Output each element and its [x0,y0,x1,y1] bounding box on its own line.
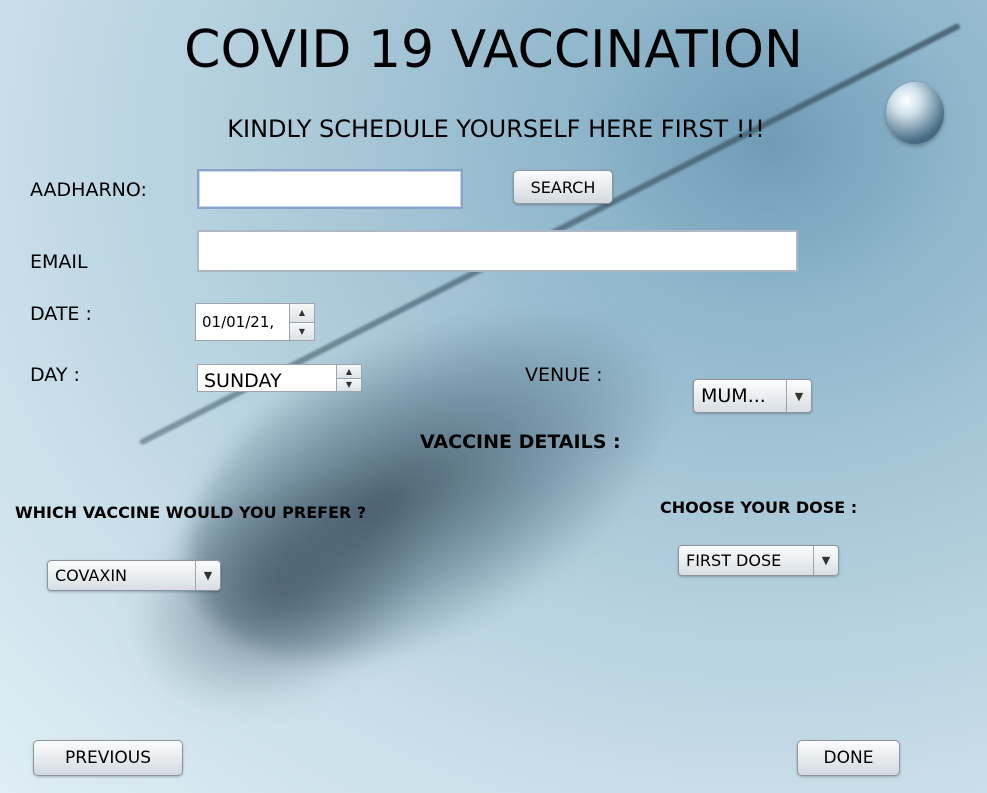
date-spinner[interactable]: 01/01/21, ▲ ▼ [195,303,315,341]
venue-dropdown[interactable]: MUM... ▼ [693,379,812,413]
dose-value: FIRST DOSE [686,551,782,570]
email-label: EMAIL [30,251,88,273]
aadhar-label: AADHARNO: [30,179,147,201]
previous-button[interactable]: PREVIOUS [33,740,183,776]
vaccine-details-heading: VACCINE DETAILS : [420,431,621,453]
day-value: SUNDAY [204,370,282,391]
spinner-down-icon[interactable]: ▼ [290,321,314,340]
dose-label: CHOOSE YOUR DOSE : [660,498,858,517]
chevron-down-icon: ▼ [195,561,220,590]
venue-label: VENUE : [525,364,603,386]
search-button[interactable]: SEARCH [513,170,613,204]
email-input[interactable] [197,230,798,272]
dose-dropdown[interactable]: FIRST DOSE ▼ [678,545,839,576]
day-spinner[interactable]: SUNDAY ▲ ▼ [197,364,362,392]
date-label: DATE : [30,303,92,325]
page-title: COVID 19 VACCINATION [184,20,803,80]
done-button[interactable]: DONE [797,740,900,776]
spinner-up-icon[interactable]: ▲ [337,365,361,378]
day-label: DAY : [30,364,80,386]
chevron-down-icon: ▼ [813,546,838,575]
aadhar-input[interactable] [197,169,463,209]
date-value: 01/01/21, [202,313,275,331]
vaccine-value: COVAXIN [55,566,127,585]
page-subtitle: KINDLY SCHEDULE YOURSELF HERE FIRST !!! [227,115,765,143]
spinner-up-icon[interactable]: ▲ [290,304,314,322]
venue-value: MUM... [701,385,766,407]
vaccine-preference-label: WHICH VACCINE WOULD YOU PREFER ? [15,503,367,522]
vaccine-dropdown[interactable]: COVAXIN ▼ [47,560,221,591]
chevron-down-icon: ▼ [786,380,811,412]
spinner-down-icon[interactable]: ▼ [337,377,361,391]
